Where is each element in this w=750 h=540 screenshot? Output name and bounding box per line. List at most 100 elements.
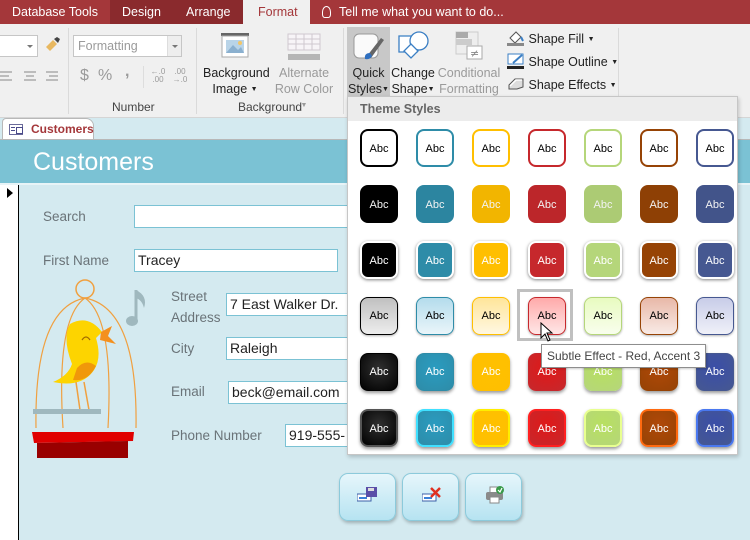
style-swatch-solid-light-border-2[interactable]: Abc xyxy=(416,241,454,279)
style-swatch-intense-1[interactable]: Abc xyxy=(360,409,398,447)
style-swatch-intense-2[interactable]: Abc xyxy=(416,409,454,447)
style-swatch-solid-light-border-4[interactable]: Abc xyxy=(528,241,566,279)
style-swatch-subtle-2[interactable]: Abc xyxy=(416,297,454,335)
tab-arrange[interactable]: Arrange xyxy=(186,0,230,24)
chevron-down-icon: ▼ xyxy=(609,82,617,89)
music-note-icon xyxy=(126,290,145,326)
document-tab-customers[interactable]: Customers xyxy=(2,118,94,140)
quick-styles-button[interactable]: Quick Styles▼ xyxy=(347,65,390,98)
style-swatch-solid-light-border-7[interactable]: Abc xyxy=(696,241,734,279)
style-swatch-outline-2[interactable]: Abc xyxy=(416,129,454,167)
style-swatch-solid-light-border-5[interactable]: Abc xyxy=(584,241,622,279)
delete-record-button[interactable] xyxy=(402,473,459,521)
style-swatch-solid-light-border-3[interactable]: Abc xyxy=(472,241,510,279)
font-size-combo[interactable] xyxy=(0,35,38,57)
save-record-icon xyxy=(357,487,377,502)
change-shape-icon xyxy=(398,31,429,59)
form-title: Customers xyxy=(33,148,154,176)
style-swatch-solid-7[interactable]: Abc xyxy=(696,185,734,223)
form-icon xyxy=(9,124,23,135)
record-selector[interactable] xyxy=(0,185,19,540)
current-record-arrow-icon xyxy=(7,188,18,198)
style-swatch-solid-6[interactable]: Abc xyxy=(640,185,678,223)
phone-number-label: Phone Number xyxy=(171,428,262,443)
alternate-row-color-icon xyxy=(287,33,321,60)
style-swatch-moderate-2[interactable]: Abc xyxy=(416,353,454,391)
style-swatch-solid-2[interactable]: Abc xyxy=(416,185,454,223)
print-record-icon xyxy=(486,486,504,504)
tab-database-tools[interactable]: Database Tools xyxy=(12,0,98,24)
shape-fill-button[interactable]: Shape Fill ▼ xyxy=(507,30,595,48)
city-field[interactable]: Raleigh xyxy=(226,337,350,360)
lightbulb-icon xyxy=(322,6,331,18)
background-image-icon xyxy=(221,33,249,58)
change-shape-button[interactable]: Change Shape▼ xyxy=(391,65,435,98)
paint-bucket-icon xyxy=(507,31,524,46)
style-swatch-subtle-5[interactable]: Abc xyxy=(584,297,622,335)
number-format-combo[interactable]: Formatting xyxy=(73,35,182,57)
chevron-down-icon xyxy=(23,36,37,56)
style-swatch-intense-6[interactable]: Abc xyxy=(640,409,678,447)
tab-design[interactable]: Design xyxy=(122,0,161,24)
alignment-buttons[interactable] xyxy=(0,70,62,84)
email-label: Email xyxy=(171,384,205,399)
style-swatch-outline-6[interactable]: Abc xyxy=(640,129,678,167)
style-swatch-subtle-7[interactable]: Abc xyxy=(696,297,734,335)
style-swatch-solid-3[interactable]: Abc xyxy=(472,185,510,223)
style-swatch-solid-light-border-6[interactable]: Abc xyxy=(640,241,678,279)
chevron-down-icon: ▼ xyxy=(587,36,595,43)
first-name-field[interactable]: Tracey xyxy=(134,249,338,272)
tell-me-box[interactable]: Tell me what you want to do... xyxy=(322,0,504,24)
tab-format[interactable]: Format xyxy=(243,0,310,24)
shape-effects-button[interactable]: Shape Effects ▼ xyxy=(507,76,617,94)
style-swatch-intense-4[interactable]: Abc xyxy=(528,409,566,447)
style-swatch-intense-3[interactable]: Abc xyxy=(472,409,510,447)
style-swatch-subtle-6[interactable]: Abc xyxy=(640,297,678,335)
shape-outline-button[interactable]: Shape Outline ▼ xyxy=(507,53,618,71)
style-swatch-moderate-3[interactable]: Abc xyxy=(472,353,510,391)
style-swatch-solid-1[interactable]: Abc xyxy=(360,185,398,223)
style-swatch-outline-4[interactable]: Abc xyxy=(528,129,566,167)
shape-effects-icon xyxy=(508,78,524,90)
background-image-button[interactable]: Background Image ▼ xyxy=(203,65,270,98)
style-swatch-subtle-3[interactable]: Abc xyxy=(472,297,510,335)
increase-decimals-button[interactable]: ←.0 .00 xyxy=(149,68,167,84)
style-swatch-subtle-1[interactable]: Abc xyxy=(360,297,398,335)
chevron-down-icon xyxy=(167,36,181,56)
swatch-tooltip: Subtle Effect - Red, Accent 3 xyxy=(541,344,707,368)
style-swatch-outline-3[interactable]: Abc xyxy=(472,129,510,167)
street-address-field[interactable]: 7 East Walker Dr. xyxy=(226,293,350,316)
conditional-formatting-button[interactable]: Conditional Formatting xyxy=(436,65,502,97)
style-swatch-intense-7[interactable]: Abc xyxy=(696,409,734,447)
mouse-cursor-icon xyxy=(540,322,554,342)
style-swatch-outline-1[interactable]: Abc xyxy=(360,129,398,167)
style-swatch-intense-5[interactable]: Abc xyxy=(584,409,622,447)
ribbon-tab-bar: Database Tools Design Arrange Format Tel… xyxy=(0,0,750,24)
pen-outline-icon xyxy=(507,53,524,69)
chevron-down-icon: ▼ xyxy=(382,86,389,93)
divider xyxy=(143,66,144,88)
comma-style-button[interactable]: , xyxy=(125,64,129,80)
group-separator xyxy=(68,28,69,114)
phone-number-field[interactable]: 919-555- xyxy=(285,424,350,447)
quick-styles-gallery: Theme Styles Abc Abc Abc Abc Abc Abc Abc Abc Abc… xyxy=(347,96,738,455)
street-address-label: Street Address xyxy=(171,289,221,325)
style-swatch-solid-5[interactable]: Abc xyxy=(584,185,622,223)
email-field[interactable]: beck@email.com xyxy=(228,381,350,404)
format-painter-icon[interactable] xyxy=(43,36,61,54)
decrease-decimals-button[interactable]: .00 →.0 xyxy=(171,68,189,84)
first-name-label: First Name xyxy=(43,253,110,268)
style-swatch-solid-4[interactable]: Abc xyxy=(528,185,566,223)
chevron-down-icon: ▼ xyxy=(250,86,258,93)
print-record-button[interactable] xyxy=(465,473,522,521)
style-swatch-outline-7[interactable]: Abc xyxy=(696,129,734,167)
percent-button[interactable]: % xyxy=(98,68,112,84)
theme-styles-header: Theme Styles xyxy=(348,97,737,121)
style-swatch-moderate-1[interactable]: Abc xyxy=(360,353,398,391)
conditional-formatting-icon: ≠ xyxy=(455,31,483,60)
save-record-button[interactable] xyxy=(339,473,396,521)
search-label: Search xyxy=(43,209,86,224)
currency-button[interactable]: $ xyxy=(80,68,89,84)
style-swatch-solid-light-border-1[interactable]: Abc xyxy=(360,241,398,279)
style-swatch-outline-5[interactable]: Abc xyxy=(584,129,622,167)
